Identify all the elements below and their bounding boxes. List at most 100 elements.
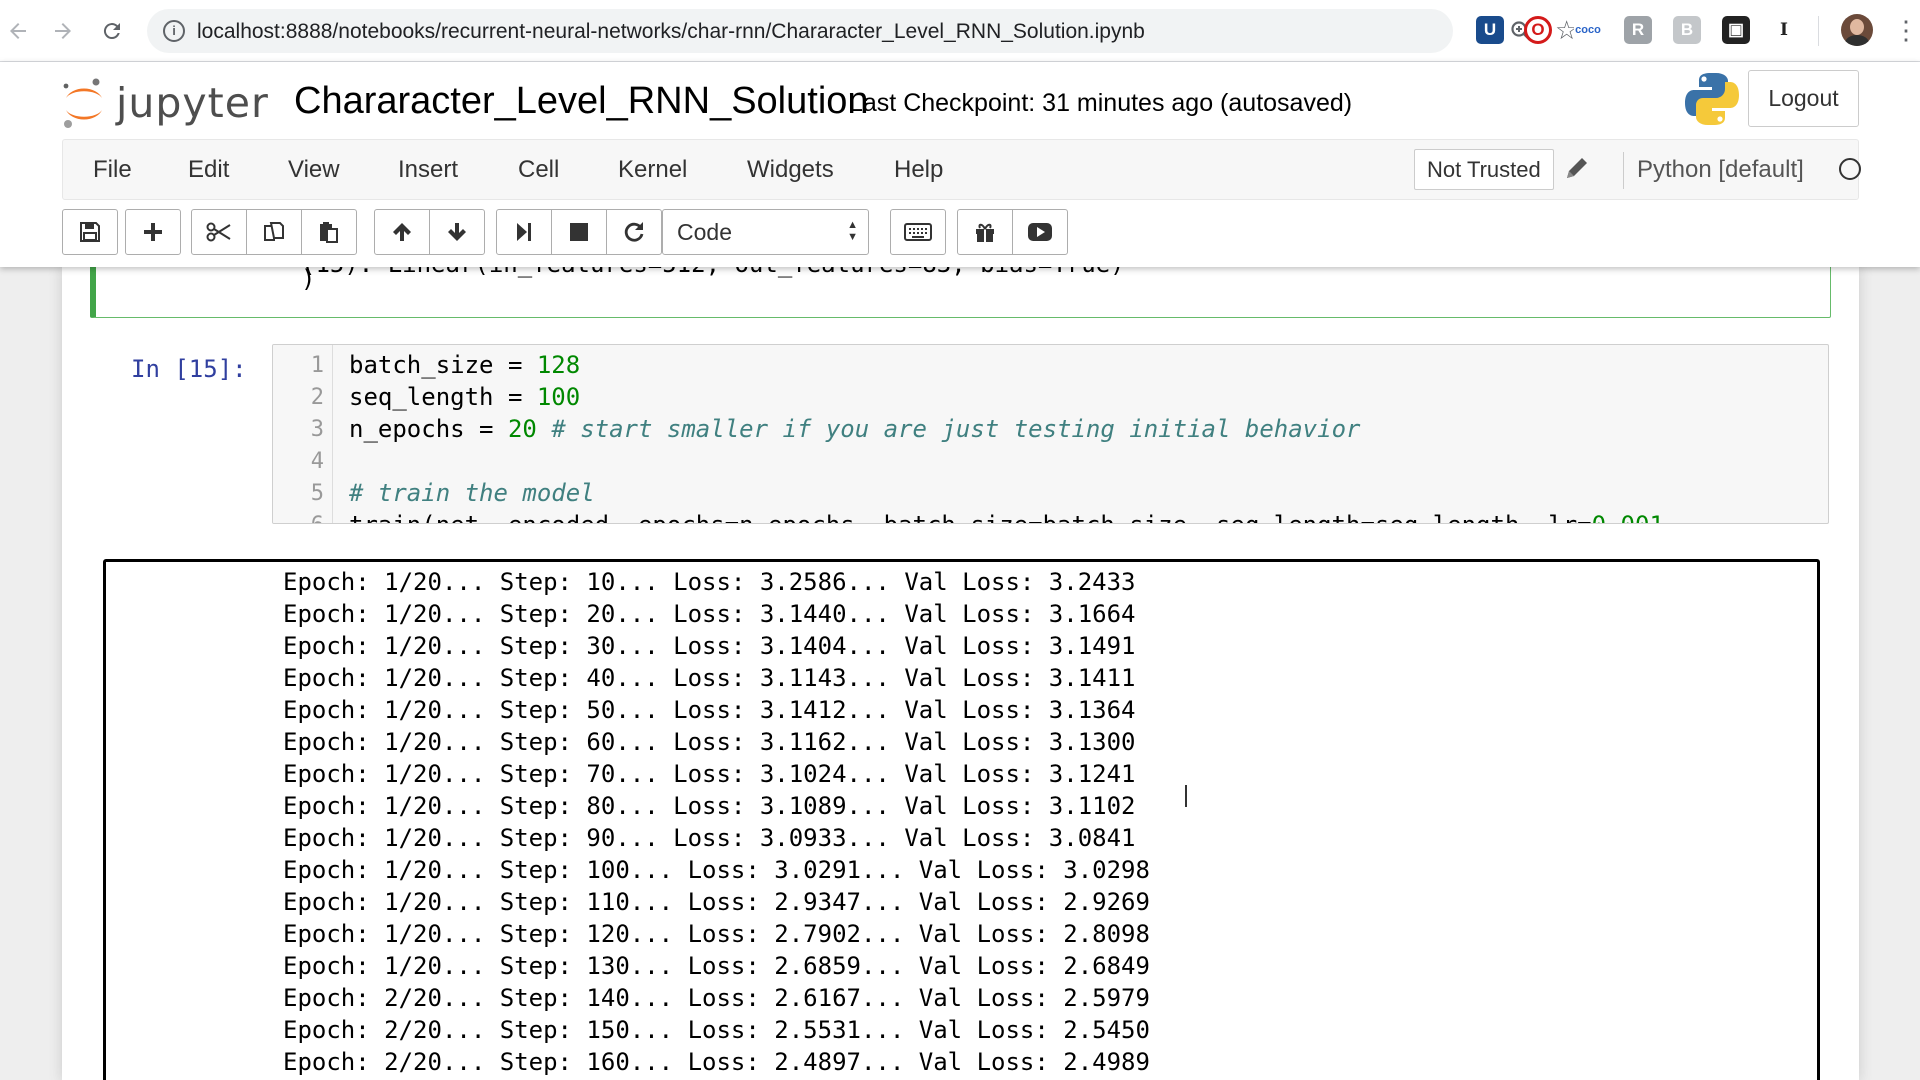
toolbar-group-save bbox=[62, 209, 118, 255]
save-button[interactable] bbox=[62, 209, 118, 255]
forward-arrow-icon[interactable] bbox=[45, 13, 81, 49]
paste-button[interactable] bbox=[301, 209, 357, 255]
youtube-icon bbox=[1028, 223, 1052, 241]
code-text: batch_size = bbox=[349, 351, 537, 379]
output-line: Epoch: 2/20... Step: 150... Loss: 2.5531… bbox=[283, 1016, 1150, 1044]
kernel-name[interactable]: Python [default] bbox=[1637, 156, 1804, 184]
chevron-updown-icon: ▲ ▼ bbox=[847, 219, 858, 243]
menu-insert[interactable]: Insert bbox=[398, 156, 458, 184]
back-arrow-icon[interactable] bbox=[0, 13, 36, 49]
youtube-button[interactable] bbox=[1012, 209, 1068, 255]
extension-u-icon[interactable]: U bbox=[1476, 16, 1504, 44]
kernel-divider bbox=[1623, 152, 1624, 189]
jupyter-header: jupyter Chararacter_Level_RNN_Solution L… bbox=[0, 62, 1920, 267]
pencil-icon[interactable] bbox=[1563, 150, 1589, 193]
profile-avatar[interactable] bbox=[1841, 14, 1873, 46]
menu-help[interactable]: Help bbox=[894, 156, 943, 184]
output-line: Epoch: 1/20... Step: 40... Loss: 3.1143.… bbox=[283, 664, 1136, 692]
restart-button[interactable] bbox=[606, 209, 662, 255]
toolbar-group-keyboard bbox=[890, 209, 946, 255]
stop-icon bbox=[570, 223, 588, 241]
copy-icon bbox=[264, 222, 284, 241]
output-line: Epoch: 1/20... Step: 50... Loss: 3.1412.… bbox=[283, 696, 1136, 724]
extension-i-icon[interactable]: I bbox=[1770, 16, 1798, 44]
menu-kernel[interactable]: Kernel bbox=[618, 156, 687, 184]
notebook-title[interactable]: Chararacter_Level_RNN_Solution bbox=[294, 80, 869, 123]
code-comment: # train the model bbox=[349, 479, 595, 507]
kernel-idle-icon bbox=[1839, 158, 1861, 180]
output-line: Epoch: 1/20... Step: 130... Loss: 2.6859… bbox=[283, 952, 1150, 980]
code-editor[interactable]: 1 2 3 4 5 6 batch_size = 128 seq_length … bbox=[272, 344, 1829, 524]
gift-icon bbox=[976, 223, 994, 242]
copy-button[interactable] bbox=[246, 209, 302, 255]
cell-type-value: Code bbox=[677, 219, 732, 245]
jupyter-logo-text: jupyter bbox=[116, 79, 269, 127]
output-line: Epoch: 1/20... Step: 60... Loss: 3.1162.… bbox=[283, 728, 1136, 756]
code-number: 128 bbox=[536, 351, 581, 379]
line-number: 3 bbox=[310, 417, 324, 442]
extension-coco-icon[interactable]: coco bbox=[1574, 16, 1602, 44]
extension-b-icon[interactable]: B bbox=[1673, 16, 1701, 44]
menu-file[interactable]: File bbox=[93, 156, 132, 184]
reload-icon[interactable] bbox=[94, 13, 130, 49]
output-line: Epoch: 2/20... Step: 140... Loss: 2.6167… bbox=[283, 984, 1150, 1012]
browser-menu-icon[interactable]: ⋮ bbox=[1893, 14, 1919, 46]
menu-cell[interactable]: Cell bbox=[518, 156, 559, 184]
jupyter-logo[interactable]: jupyter bbox=[60, 74, 270, 134]
code-line-3: n_epochs = 20 # start smaller if you are… bbox=[349, 415, 1360, 443]
run-button[interactable] bbox=[496, 209, 552, 255]
code-line-5: # train the model bbox=[349, 479, 595, 507]
insert-cell-button[interactable] bbox=[125, 209, 181, 255]
notebook-container: (15): Linear(in_features=512, out_featur… bbox=[62, 267, 1859, 1080]
checkpoint-status: Last Checkpoint: 31 minutes ago (autosav… bbox=[849, 89, 1353, 117]
toolbar-group-move bbox=[374, 209, 485, 255]
arrow-up-icon bbox=[393, 223, 411, 241]
previous-code-cell[interactable]: (15): Linear(in_features=512, out_featur… bbox=[90, 267, 1831, 318]
output-line: Epoch: 1/20... Step: 30... Loss: 3.1404.… bbox=[283, 632, 1136, 660]
move-down-button[interactable] bbox=[429, 209, 485, 255]
output-line: Epoch: 1/20... Step: 20... Loss: 3.1440.… bbox=[283, 600, 1136, 628]
code-number: 100 bbox=[536, 383, 581, 411]
output-line: Epoch: 1/20... Step: 70... Loss: 3.1024.… bbox=[283, 760, 1136, 788]
output-line: Epoch: 1/20... Step: 90... Loss: 3.0933.… bbox=[283, 824, 1136, 852]
text-cursor-icon bbox=[1185, 785, 1187, 807]
site-info-icon[interactable]: i bbox=[163, 20, 185, 42]
code-line-6: train(net, encoded, epochs=n_epochs, bat… bbox=[349, 511, 1678, 523]
save-icon bbox=[80, 222, 100, 242]
extensions-divider bbox=[1818, 16, 1819, 46]
plus-icon bbox=[144, 223, 162, 241]
logout-button[interactable]: Logout bbox=[1748, 70, 1859, 127]
cell-type-select[interactable]: Code ▲ ▼ bbox=[662, 209, 869, 255]
code-comment: # start smaller if you are just testing … bbox=[551, 415, 1361, 443]
extension-r-icon[interactable]: R bbox=[1624, 16, 1652, 44]
address-bar[interactable]: i localhost:8888/notebooks/recurrent-neu… bbox=[147, 9, 1578, 53]
paste-icon bbox=[320, 222, 338, 243]
code-text: train(net, encoded, epochs=n_epochs, bat… bbox=[349, 511, 1592, 523]
menu-view[interactable]: View bbox=[288, 156, 340, 184]
extension-opera-icon[interactable]: O bbox=[1524, 16, 1552, 44]
menu-widgets[interactable]: Widgets bbox=[747, 156, 834, 184]
cut-button[interactable] bbox=[191, 209, 247, 255]
move-up-button[interactable] bbox=[374, 209, 430, 255]
python-logo-icon bbox=[1684, 70, 1740, 128]
code-number: 20 bbox=[507, 415, 537, 443]
toolbar-group-edit bbox=[191, 209, 357, 255]
interrupt-button[interactable] bbox=[551, 209, 607, 255]
output-area[interactable]: Epoch: 1/20... Step: 10... Loss: 3.2586.… bbox=[103, 559, 1820, 1080]
menu-edit[interactable]: Edit bbox=[188, 156, 229, 184]
code-line-1: batch_size = 128 bbox=[349, 351, 580, 379]
code-line-2: seq_length = 100 bbox=[349, 383, 580, 411]
previous-cell-closing-line: ) bbox=[301, 267, 316, 293]
keyboard-icon bbox=[904, 223, 932, 241]
not-trusted-button[interactable]: Not Trusted bbox=[1414, 149, 1554, 190]
input-prompt: In [15]: bbox=[131, 355, 247, 383]
cut-icon bbox=[206, 222, 231, 242]
command-palette-button[interactable] bbox=[890, 209, 946, 255]
gift-button[interactable] bbox=[957, 209, 1013, 255]
extension-camera-icon[interactable]: ▣ bbox=[1722, 16, 1750, 44]
restart-icon bbox=[624, 222, 644, 242]
code-number: 0.001 bbox=[1592, 511, 1664, 523]
url-text[interactable]: localhost:8888/notebooks/recurrent-neura… bbox=[197, 20, 1145, 44]
toolbar-group-extensions bbox=[957, 209, 1068, 255]
line-number: 1 bbox=[310, 353, 324, 378]
